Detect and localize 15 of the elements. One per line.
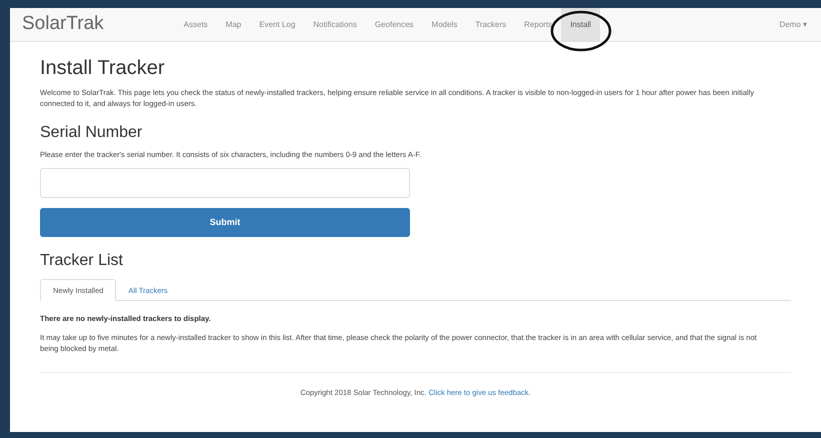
page-title: Install Tracker (40, 56, 166, 81)
nav-link[interactable]: Notifications (304, 8, 366, 41)
section-heading: Serial Number (40, 123, 144, 143)
submit-button[interactable]: Submit (40, 208, 410, 238)
user-menu[interactable]: Demo ▾ (779, 18, 807, 30)
section-heading: Tracker List (40, 251, 124, 272)
nav-link[interactable]: Map (216, 8, 250, 41)
nav-link[interactable]: Reports (515, 8, 562, 41)
brand-logo[interactable]: SolarTrak (22, 10, 104, 39)
nav-link[interactable]: Models (422, 8, 466, 41)
nav-link[interactable]: Trackers (466, 8, 516, 41)
nav-link[interactable]: Install (561, 8, 600, 41)
nav-link[interactable]: Geofences (366, 8, 423, 41)
nav-link[interactable]: Event Log (250, 8, 304, 41)
nav-link[interactable]: Assets (174, 8, 217, 41)
